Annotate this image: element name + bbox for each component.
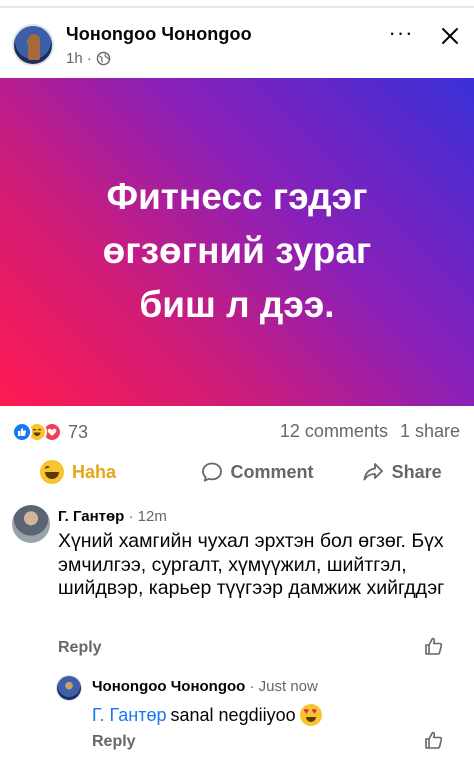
reaction-count: 73 — [68, 421, 89, 442]
commenter-avatar[interactable] — [12, 505, 50, 543]
reply-body: sanal negdiiyoo — [170, 704, 296, 725]
share-icon — [363, 463, 383, 481]
reply-author-name[interactable]: Чонongoo Чонongoo — [92, 678, 245, 695]
comment-author-name[interactable]: Г. Гантөр — [58, 508, 124, 525]
reply-text: Г. Гантөр sanal negdiiyoo — [92, 704, 322, 726]
post-image-text: Фитнесс гэдэг өгзөгний зураг биш л дээ. — [20, 170, 454, 332]
share-button[interactable]: Share — [329, 450, 474, 494]
like-outline-icon[interactable] — [424, 730, 444, 750]
like-outline-icon[interactable] — [424, 636, 444, 656]
more-options-icon[interactable]: ··· — [388, 22, 414, 46]
top-divider — [0, 0, 474, 8]
comment-text: Хүний хамгийн чухал эрхтэн бол өгзөг. Бү… — [58, 530, 445, 599]
post-text-line: биш л дээ. — [139, 284, 335, 325]
post-action-bar: Haha Comment Share — [0, 450, 474, 494]
author-name[interactable]: Чонongoo Чонongoo — [66, 24, 252, 45]
post-header: Чонongoo Чонongoo 1h · ··· — [0, 10, 474, 74]
comment-time: · 12m — [128, 508, 167, 525]
reply-author[interactable]: Чонongoo Чонongoo · Just now — [92, 678, 318, 695]
meta-separator: · — [86, 50, 92, 67]
reactions-summary[interactable]: 73 — [12, 420, 88, 444]
reply-button[interactable]: Reply — [58, 639, 102, 657]
close-icon[interactable] — [438, 24, 462, 48]
comments-count[interactable]: 12 comments — [280, 421, 388, 442]
shares-count[interactable]: 1 share — [400, 421, 460, 442]
reply-author-avatar[interactable] — [56, 675, 82, 701]
mention-link[interactable]: Г. Гантөр — [92, 705, 167, 726]
reply-button[interactable]: Reply — [92, 733, 136, 751]
comment-label: Comment — [230, 461, 314, 482]
post-image-card[interactable]: Фитнесс гэдэг өгзөгний зураг биш л дээ. — [0, 78, 474, 406]
post-text-line: өгзөгний зураг — [102, 230, 372, 271]
comment-button[interactable]: Comment — [185, 450, 330, 494]
post-stats: 12 comments 1 share — [280, 421, 460, 442]
comment-author[interactable]: Г. Гантөр · 12m — [58, 508, 167, 525]
reply-time: · Just now — [249, 678, 318, 695]
author-avatar[interactable] — [12, 24, 54, 66]
post-time[interactable]: 1h — [66, 50, 83, 67]
post-text-line: Фитнесс гэдэг — [106, 176, 368, 217]
globe-icon — [96, 51, 110, 66]
heart-eyes-emoji-icon — [299, 704, 322, 726]
share-label: Share — [391, 461, 442, 482]
haha-icon — [40, 460, 64, 484]
haha-label: Haha — [72, 461, 117, 482]
comment-icon — [201, 462, 222, 483]
like-icon — [12, 422, 32, 442]
post-meta: 1h · — [66, 50, 111, 67]
haha-reaction-button[interactable]: Haha — [0, 450, 185, 494]
